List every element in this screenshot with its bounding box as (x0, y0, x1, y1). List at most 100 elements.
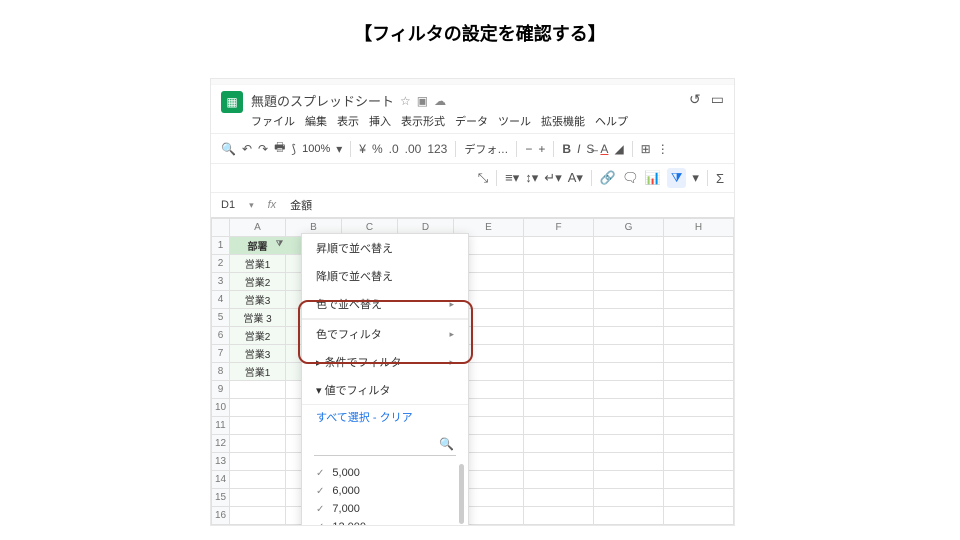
chevron-down-icon[interactable]: ▾ (336, 142, 342, 156)
bold-icon[interactable]: B (562, 142, 571, 156)
fill-color-icon[interactable]: ◢ (614, 142, 623, 156)
filter-menu-item[interactable]: 昇順で並べ替え (302, 234, 468, 262)
format-numbers-icon[interactable]: 123 (427, 142, 447, 156)
history-icon[interactable]: ↺ (689, 91, 701, 108)
valign-icon[interactable]: ↕▾ (525, 170, 538, 186)
submenu-arrow-icon: ▸ (449, 299, 454, 310)
search-icon[interactable]: 🔍 (221, 142, 236, 156)
menu-item[interactable]: データ (455, 113, 488, 129)
row-header[interactable]: 6 (212, 327, 230, 345)
merge-cells-icon[interactable]: ⤡ (478, 170, 488, 186)
decimal-increase-icon[interactable]: .00 (405, 142, 422, 156)
menu-item[interactable]: 拡張機能 (541, 113, 585, 129)
filter-value-item[interactable]: ✓6,000 (316, 482, 462, 500)
print-icon[interactable]: 🖶 (274, 138, 285, 159)
filter-views-icon[interactable]: ▾ (692, 170, 699, 186)
data-cell[interactable]: 営業3 (230, 345, 286, 363)
row-header[interactable]: 5 (212, 309, 230, 327)
row-header[interactable]: 9 (212, 381, 230, 399)
decimal-decrease-icon[interactable]: .0 (389, 142, 399, 156)
scrollbar-thumb[interactable] (459, 464, 464, 524)
comment-add-icon[interactable]: 🗨 (622, 170, 639, 186)
filter-menu-item[interactable]: ▸ 条件でフィルタ▸ (302, 348, 468, 376)
row-header[interactable]: 14 (212, 471, 230, 489)
menu-item[interactable]: 編集 (305, 113, 327, 129)
titlebar: ▦ 無題のスプレッドシート ☆ ▣ ☁ ファイル編集表示挿入表示形式データツール… (211, 85, 734, 133)
filter-value-item[interactable]: ✓5,000 (316, 464, 462, 482)
functions-icon[interactable]: Σ (716, 171, 724, 186)
select-all-clear-link[interactable]: すべて選択 - クリア (302, 405, 468, 429)
menu-item[interactable]: ファイル (251, 113, 295, 129)
insert-chart-icon[interactable]: 📊 (645, 170, 661, 186)
cell-reference[interactable]: D1 (221, 199, 235, 211)
paint-format-icon[interactable]: ⟆ (291, 142, 296, 156)
menu-item[interactable]: ツール (498, 113, 531, 129)
text-color-icon[interactable]: A (600, 142, 608, 156)
currency-icon[interactable]: ¥ (359, 142, 366, 156)
menubar: ファイル編集表示挿入表示形式データツール拡張機能ヘルプ (251, 110, 681, 129)
more-icon[interactable]: ⋮ (657, 142, 669, 156)
row-header[interactable]: 3 (212, 273, 230, 291)
star-icon[interactable]: ☆ (400, 94, 411, 108)
spreadsheet-grid[interactable]: A B C D E F G H 1 部署⧩ 製品⧩ 数量⧩ 金額⧩ 2営業13営… (211, 218, 734, 525)
font-select[interactable]: デフォ… (464, 141, 508, 157)
row-header[interactable]: 10 (212, 399, 230, 417)
row-header[interactable]: 7 (212, 345, 230, 363)
formula-value[interactable]: 金額 (290, 197, 312, 213)
checkmark-icon: ✓ (316, 504, 324, 515)
menu-item[interactable]: ヘルプ (595, 113, 628, 129)
row-header[interactable]: 11 (212, 417, 230, 435)
col-header[interactable]: H (664, 219, 734, 237)
row-header[interactable]: 4 (212, 291, 230, 309)
filter-icon[interactable]: ⧩ (667, 168, 687, 188)
row-header[interactable]: 2 (212, 255, 230, 273)
magnifier-icon[interactable]: 🔍 (439, 437, 454, 451)
sheets-app-window: ▦ 無題のスプレッドシート ☆ ▣ ☁ ファイル編集表示挿入表示形式データツール… (210, 78, 735, 526)
data-cell[interactable]: 営業1 (230, 255, 286, 273)
data-cell[interactable]: 営業3 (230, 291, 286, 309)
filter-menu-item[interactable]: 色でフィルタ▸ (302, 319, 468, 348)
menu-item[interactable]: 表示形式 (401, 113, 445, 129)
filter-menu-item[interactable]: ▾ 値でフィルタ (302, 376, 468, 405)
data-cell[interactable]: 営業 3 (230, 309, 286, 327)
wrap-icon[interactable]: ↵▾ (544, 170, 561, 186)
cloud-status-icon: ☁ (434, 94, 446, 108)
toolbar-row-1: 🔍 ↶ ↷ 🖶 ⟆ 100%▾ ¥ % .0 .00 123 デフォ… − + … (211, 133, 734, 164)
filter-menu-item[interactable]: 降順で並べ替え (302, 262, 468, 290)
col-header[interactable]: A (230, 219, 286, 237)
redo-icon[interactable]: ↷ (258, 142, 268, 156)
row-header[interactable]: 16 (212, 507, 230, 525)
font-size-increase-icon[interactable]: + (538, 142, 545, 156)
borders-icon[interactable]: ⊞ (641, 142, 651, 156)
filter-menu-item[interactable]: 色で並べ替え▸ (302, 290, 468, 319)
filter-value-item[interactable]: ✓12,000 (316, 518, 462, 526)
zoom-select[interactable]: 100% (302, 143, 330, 155)
italic-icon[interactable]: I (577, 142, 580, 156)
filter-dropdown-icon[interactable]: ⧩ (276, 239, 283, 249)
rotate-icon[interactable]: A▾ (568, 170, 583, 186)
font-size-decrease-icon[interactable]: − (525, 142, 532, 156)
row-header[interactable]: 12 (212, 435, 230, 453)
row-header[interactable]: 1 (212, 237, 230, 255)
col-header[interactable]: F (524, 219, 594, 237)
data-cell[interactable]: 営業2 (230, 327, 286, 345)
comment-icon[interactable]: ▭ (711, 91, 724, 108)
menu-item[interactable]: 表示 (337, 113, 359, 129)
row-header[interactable]: 15 (212, 489, 230, 507)
data-cell[interactable]: 営業2 (230, 273, 286, 291)
percent-icon[interactable]: % (372, 142, 383, 156)
strikethrough-icon[interactable]: S̶ (586, 142, 594, 156)
undo-icon[interactable]: ↶ (242, 142, 252, 156)
move-to-drive-icon[interactable]: ▣ (417, 94, 428, 108)
link-icon[interactable]: 🔗 (600, 170, 616, 186)
data-cell[interactable]: 営業1 (230, 363, 286, 381)
col-header[interactable]: G (594, 219, 664, 237)
row-header[interactable]: 8 (212, 363, 230, 381)
row-header[interactable]: 13 (212, 453, 230, 471)
filter-search-input[interactable] (314, 435, 456, 456)
menu-item[interactable]: 挿入 (369, 113, 391, 129)
align-icon[interactable]: ≡▾ (505, 170, 519, 186)
doc-title[interactable]: 無題のスプレッドシート (251, 91, 394, 110)
filter-value-item[interactable]: ✓7,000 (316, 500, 462, 518)
header-cell[interactable]: 部署⧩ (230, 237, 286, 255)
